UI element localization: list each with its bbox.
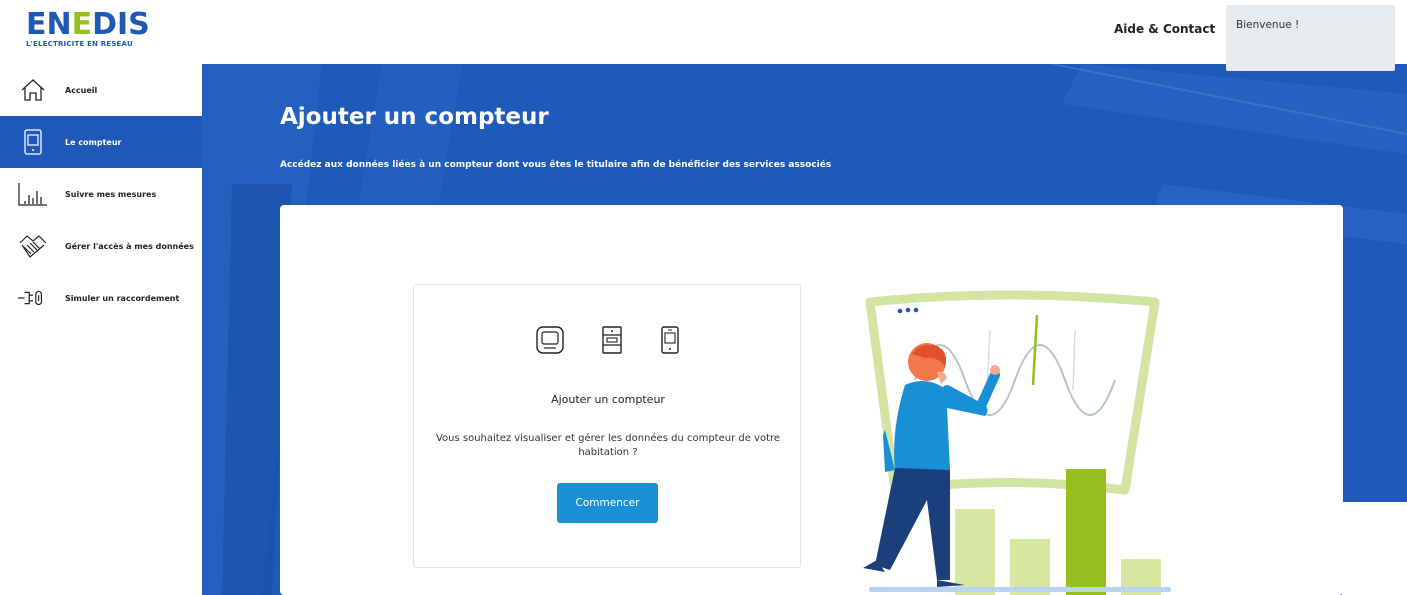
analytics-illustration	[863, 290, 1171, 595]
sidebar-item-label: Simuler un raccordement	[65, 293, 180, 303]
meter-icon	[18, 127, 48, 157]
bar-chart-icon	[18, 179, 48, 209]
electronic-meter-icon	[535, 325, 565, 359]
sidebar: Accueil Le compteur Suivre mes mesures G…	[0, 64, 202, 595]
help-contact-link[interactable]: Aide & Contact	[1114, 22, 1215, 36]
handshake-icon	[18, 231, 48, 261]
top-header: ENEDIS L'ELECTRICITE EN RESEAU Aide & Co…	[0, 0, 1407, 64]
add-meter-panel: Ajouter un compteur Vous souhaitez visua…	[413, 284, 801, 568]
welcome-text: Bienvenue !	[1236, 19, 1300, 31]
linky-meter-icon	[659, 325, 681, 359]
sidebar-item-acces-donnees[interactable]: Gérer l'accès à mes données	[0, 220, 202, 272]
page: ENEDIS L'ELECTRICITE EN RESEAU Aide & Co…	[0, 0, 1407, 595]
panel-title: Ajouter un compteur	[551, 393, 665, 406]
panel-description: Vous souhaitez visualiser et gérer les d…	[435, 433, 781, 458]
home-icon	[18, 75, 48, 105]
sidebar-item-label: Le compteur	[65, 137, 122, 147]
enedis-logo[interactable]: ENEDIS L'ELECTRICITE EN RESEAU	[26, 10, 150, 49]
hero-corner	[1342, 502, 1407, 595]
sidebar-item-accueil[interactable]: Accueil	[0, 64, 202, 116]
sidebar-item-raccordement[interactable]: Simuler un raccordement	[0, 272, 202, 324]
sidebar-item-compteur[interactable]: Le compteur	[0, 116, 202, 168]
sidebar-item-label: Gérer l'accès à mes données	[65, 241, 194, 251]
page-title: Ajouter un compteur	[280, 104, 549, 130]
sidebar-item-label: Suivre mes mesures	[65, 189, 157, 199]
plug-icon	[18, 283, 48, 313]
sidebar-item-mesures[interactable]: Suivre mes mesures	[0, 168, 202, 220]
welcome-menu[interactable]: Bienvenue !	[1226, 5, 1395, 71]
meter-icons-row	[414, 325, 802, 359]
sidebar-item-label: Accueil	[65, 85, 98, 95]
start-button[interactable]: Commencer	[557, 483, 658, 523]
electromechanical-meter-icon	[601, 325, 623, 359]
page-subtitle: Accédez aux données liées à un compteur …	[280, 160, 832, 170]
